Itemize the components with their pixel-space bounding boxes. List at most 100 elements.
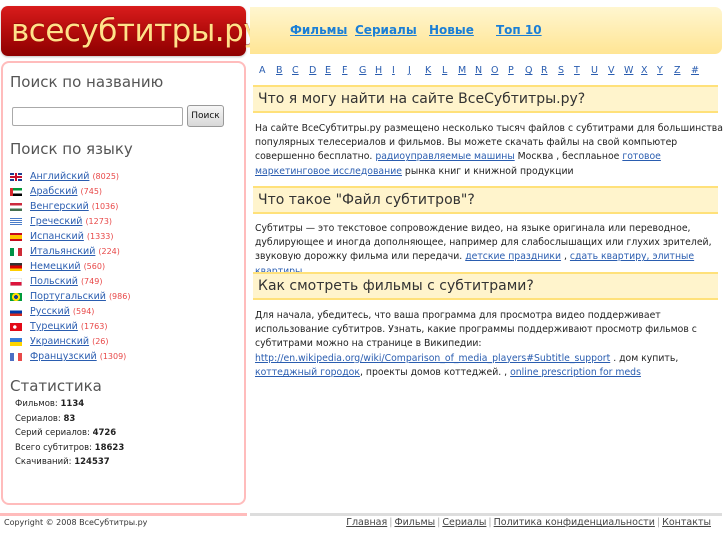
alphabet-letter-hash[interactable]: # <box>691 65 699 76</box>
language-link[interactable]: Португальский <box>30 291 106 302</box>
section-heading: Как смотреть фильмы с субтитрами? <box>253 272 718 300</box>
alphabet-letter-m[interactable]: M <box>458 65 466 76</box>
language-item: Испанский (1333) <box>10 229 130 244</box>
alphabet-letter-a[interactable]: A <box>259 65 266 76</box>
statistics-heading: Статистика <box>10 377 102 395</box>
search-input[interactable] <box>12 107 183 126</box>
alphabet-letter-s[interactable]: S <box>558 65 564 76</box>
language-link[interactable]: Венгерский <box>30 201 89 212</box>
language-count: (745) <box>80 187 103 196</box>
search-by-language-heading: Поиск по языку <box>10 140 133 158</box>
footer-link-privacy[interactable]: Политика конфиденциальности <box>494 517 655 528</box>
footer-link-films[interactable]: Фильмы <box>394 517 435 528</box>
alphabet-letter-t[interactable]: T <box>574 65 580 76</box>
stat-subtitles: Всего субтитров: 18623 <box>15 443 124 458</box>
alphabet-letter-x[interactable]: X <box>641 65 648 76</box>
alphabet-letter-e[interactable]: E <box>325 65 331 76</box>
language-link[interactable]: Испанский <box>30 231 84 242</box>
alphabet-letter-j[interactable]: J <box>408 65 411 76</box>
nav-films-link[interactable]: Фильмы <box>290 23 347 37</box>
nav-new-link[interactable]: Новые <box>429 23 474 37</box>
section-text: Субтитры — это текстовое сопровождение в… <box>255 222 723 279</box>
stat-label: Скачиваний: <box>15 457 72 467</box>
alphabet-letter-p[interactable]: P <box>508 65 514 76</box>
language-count: (749) <box>80 277 103 286</box>
alphabet-letter-k[interactable]: K <box>425 65 431 76</box>
alphabet-letter-w[interactable]: W <box>624 65 633 76</box>
text: рынка книг и книжной продукции <box>401 165 574 177</box>
alphabet-letter-d[interactable]: D <box>309 65 316 76</box>
language-count: (594) <box>72 307 95 316</box>
search-button[interactable]: Поиск <box>187 105 224 127</box>
greece-flag-icon <box>10 217 22 226</box>
language-link[interactable]: Французский <box>30 351 97 362</box>
alphabet-letter-l[interactable]: L <box>442 65 447 76</box>
inline-link[interactable]: детские праздники <box>465 251 561 262</box>
footer-divider <box>250 513 722 516</box>
alphabet-letter-r[interactable]: R <box>541 65 548 76</box>
alphabet-letter-n[interactable]: N <box>475 65 482 76</box>
inline-link[interactable]: коттеджный городок <box>255 367 360 378</box>
language-count: (986) <box>108 292 131 301</box>
stat-series: Сериалов: 83 <box>15 414 124 429</box>
language-item: Греческий (1273) <box>10 214 130 229</box>
france-flag-icon <box>10 352 22 361</box>
language-link[interactable]: Арабский <box>30 186 78 197</box>
language-item: Итальянский (224) <box>10 244 130 259</box>
stat-value: 83 <box>63 413 76 424</box>
language-item: Немецкий (560) <box>10 259 130 274</box>
section-heading: Что такое "Файл субтитров"? <box>253 186 718 214</box>
alphabet-letter-z[interactable]: Z <box>674 65 681 76</box>
separator: | <box>488 517 492 528</box>
nav-top10-link[interactable]: Топ 10 <box>496 23 542 37</box>
inline-link[interactable]: online prescription for meds <box>510 367 641 378</box>
ukraine-flag-icon <box>10 337 22 346</box>
language-link[interactable]: Польский <box>30 276 78 287</box>
site-logo[interactable]: всесубтитры.ру <box>1 6 262 56</box>
nav-series-link[interactable]: Сериалы <box>355 23 417 37</box>
language-item: Французский (1309) <box>10 349 130 364</box>
language-link[interactable]: Украинский <box>30 336 89 347</box>
language-link[interactable]: Русский <box>30 306 70 317</box>
language-link[interactable]: Итальянский <box>30 246 95 257</box>
wikipedia-link[interactable]: http://en.wikipedia.org/wiki/Comparison_… <box>255 353 610 364</box>
inline-link[interactable]: радиоуправляемые машины <box>375 151 514 162</box>
language-link[interactable]: Турецкий <box>30 321 78 332</box>
separator: | <box>389 517 393 528</box>
alphabet-letter-u[interactable]: U <box>591 65 598 76</box>
language-count: (1273) <box>85 217 113 226</box>
footer-divider <box>0 513 247 516</box>
separator: | <box>437 517 441 528</box>
alphabet-letter-i[interactable]: I <box>392 65 395 76</box>
alphabet-letter-g[interactable]: G <box>359 65 366 76</box>
alphabet-letter-f[interactable]: F <box>342 65 347 76</box>
language-count: (224) <box>98 247 120 256</box>
alphabet-letter-y[interactable]: Y <box>657 65 663 76</box>
footer-link-series[interactable]: Сериалы <box>442 517 486 528</box>
poland-flag-icon <box>10 277 22 286</box>
language-link[interactable]: Немецкий <box>30 261 81 272</box>
text: Для начала, убедитесь, что ваша программ… <box>255 310 697 350</box>
alphabet-letter-c[interactable]: C <box>292 65 299 76</box>
text: , проекты домов коттеджей. , <box>359 366 511 378</box>
language-list: Английский (8025) Арабский (745) Венгерс… <box>10 169 130 364</box>
section-heading: Что я могу найти на сайте ВсеСубтитры.ру… <box>253 85 718 113</box>
footer-link-contacts[interactable]: Контакты <box>662 517 711 528</box>
alphabet-letter-b[interactable]: B <box>276 65 283 76</box>
alphabet-letter-o[interactable]: O <box>491 65 498 76</box>
alphabet-letter-v[interactable]: V <box>608 65 615 76</box>
footer-link-home[interactable]: Главная <box>346 517 387 528</box>
turkey-flag-icon <box>10 322 22 331</box>
language-link[interactable]: Греческий <box>30 216 82 227</box>
language-item: Польский (749) <box>10 274 130 289</box>
text: , <box>561 251 570 263</box>
language-item: Венгерский (1036) <box>10 199 130 214</box>
hungary-flag-icon <box>10 202 22 211</box>
language-count: (1309) <box>99 352 127 361</box>
alphabet-letter-h[interactable]: H <box>375 65 382 76</box>
language-link[interactable]: Английский <box>30 171 89 182</box>
germany-flag-icon <box>10 262 22 271</box>
alphabet-letter-q[interactable]: Q <box>525 65 532 76</box>
uk-flag-icon <box>10 172 22 181</box>
language-item: Арабский (745) <box>10 184 130 199</box>
